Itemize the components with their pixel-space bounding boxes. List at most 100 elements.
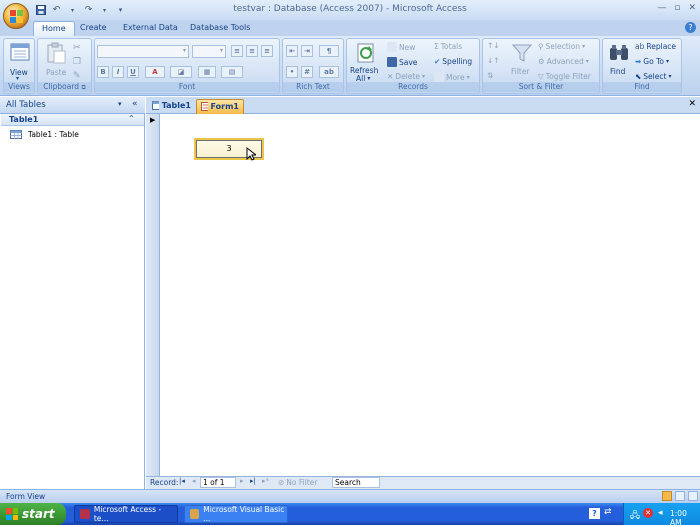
advanced-button[interactable]: ⚙ Advanced ▾: [538, 57, 589, 66]
record-search-input[interactable]: Search: [332, 477, 380, 488]
align-right-icon[interactable]: ≡: [261, 45, 273, 57]
title-bar: ↶ ▾ ↷ ▾ ▾ testvar : Database (Access 200…: [0, 0, 700, 20]
first-record-icon[interactable]: |◂: [179, 477, 185, 485]
delete-record-button[interactable]: ✕ Delete ▾: [387, 72, 425, 81]
goto-button[interactable]: ➡ Go To ▾: [635, 57, 669, 66]
dialog-launcher-icon[interactable]: ⧉: [81, 84, 85, 91]
paste-button[interactable]: Paste: [46, 68, 66, 77]
volume-icon[interactable]: ◂: [658, 508, 663, 518]
bold-button[interactable]: B: [97, 66, 109, 78]
italic-button[interactable]: I: [112, 66, 124, 78]
tab-home[interactable]: Home: [33, 21, 75, 36]
align-left-icon[interactable]: ≡: [231, 45, 243, 57]
current-record-icon: ▶: [150, 116, 156, 124]
text-direction-icon[interactable]: ¶: [319, 45, 339, 57]
help-icon[interactable]: ?: [685, 22, 696, 33]
font-name-combo[interactable]: ▾: [97, 45, 189, 58]
new-record-button[interactable]: New: [387, 42, 415, 52]
nav-item-table1[interactable]: Table1 : Table: [10, 129, 79, 140]
start-button[interactable]: start: [0, 503, 66, 525]
nav-group-title: Table1: [9, 115, 39, 124]
new-record-nav-icon[interactable]: ▸*: [262, 477, 269, 485]
decrease-indent-icon[interactable]: ⇤: [286, 45, 298, 57]
clock: 1:00 AM: [670, 509, 687, 527]
network-icon[interactable]: 🖧: [630, 508, 640, 524]
find-button[interactable]: Find: [610, 67, 625, 76]
save-record-button[interactable]: Save: [387, 57, 417, 67]
records-group-label: Records: [347, 82, 479, 92]
chevron-down-icon: ▾: [367, 75, 371, 82]
font-color-button[interactable]: A: [145, 66, 165, 78]
more-button[interactable]: More ▾: [434, 72, 470, 82]
chevron-down-icon: ▾: [585, 58, 589, 65]
select-button[interactable]: ⬉ Select ▾: [635, 72, 671, 81]
record-position-field[interactable]: 1 of 1: [200, 477, 236, 488]
copy-icon[interactable]: ❐: [73, 57, 81, 67]
tab-create[interactable]: Create: [72, 21, 115, 36]
tab-external-data[interactable]: External Data: [115, 21, 186, 36]
design-view-icon[interactable]: [688, 491, 698, 501]
increase-indent-icon[interactable]: ⇥: [301, 45, 313, 57]
toggle-filter-button[interactable]: ▽ Toggle Filter: [538, 72, 591, 81]
chevron-down-icon: ▾: [219, 47, 223, 54]
restore-icon[interactable]: ▫: [674, 3, 680, 13]
shutter-bar-close-icon[interactable]: «: [132, 99, 138, 109]
underline-button[interactable]: U: [127, 66, 139, 78]
minimize-icon[interactable]: —: [657, 3, 666, 13]
status-text: Form View: [6, 492, 46, 501]
tab-label: Form1: [210, 102, 239, 111]
filter-button[interactable]: Filter: [511, 67, 530, 76]
taskbar: start Microsoft Access - te... Microsoft…: [0, 503, 700, 527]
spelling-button[interactable]: ✔ Spelling: [434, 57, 472, 66]
taskbar-button-access[interactable]: Microsoft Access - te...: [74, 505, 178, 523]
nav-group-header[interactable]: Table1 ⌃: [1, 114, 144, 126]
sort-filter-group: ↑↓ ↓↑ ⇅ Filter ⚲ Selection ▾ ⚙ Advanced ▾ ▽ T…: [482, 38, 600, 94]
font-size-combo[interactable]: ▾: [192, 45, 226, 58]
selection-button[interactable]: ⚲ Selection ▾: [538, 42, 585, 51]
bullets-icon[interactable]: •: [286, 66, 298, 78]
numbering-icon[interactable]: #: [301, 66, 313, 78]
nav-pane-header[interactable]: All Tables ▾ «: [0, 97, 145, 114]
highlight-icon[interactable]: ab: [319, 66, 339, 78]
fill-color-icon[interactable]: ◪: [170, 66, 192, 78]
replace-button[interactable]: ab Replace: [635, 42, 676, 51]
more-icon: [434, 72, 444, 82]
filter-indicator[interactable]: ⊘ No Filter: [278, 478, 317, 487]
chevron-down-icon: ▾: [421, 73, 425, 80]
clipboard-group: Paste ✂ ❐ ✎ Clipboard ⧉: [37, 38, 92, 94]
format-painter-icon[interactable]: ✎: [73, 71, 81, 81]
font-group-label: Font: [95, 82, 279, 92]
previous-record-icon[interactable]: ◂: [192, 477, 196, 485]
save-icon: [387, 57, 397, 67]
collapse-icon[interactable]: ⌃: [128, 114, 135, 123]
last-record-icon[interactable]: ▸|: [250, 477, 256, 485]
help-tray-icon[interactable]: ?: [589, 508, 600, 519]
paste-icon: [45, 42, 67, 64]
office-button[interactable]: [3, 3, 29, 29]
alternate-fill-icon[interactable]: ▤: [221, 66, 243, 78]
selection-icon: ⚲: [538, 42, 544, 51]
gridlines-icon[interactable]: ▦: [198, 66, 216, 78]
sort-ascending-icon[interactable]: ↑↓: [487, 41, 500, 50]
align-center-icon[interactable]: ≡: [246, 45, 258, 57]
close-document-icon[interactable]: ✕: [688, 99, 696, 109]
taskbar-button-vba[interactable]: Microsoft Visual Basic ...: [184, 505, 288, 523]
record-selector[interactable]: ▶: [146, 114, 160, 476]
language-icon[interactable]: ⇄: [604, 507, 612, 517]
tab-form1[interactable]: Form1: [196, 99, 244, 114]
sort-descending-icon[interactable]: ↓↑: [487, 56, 500, 65]
status-bar: Form View: [0, 489, 700, 503]
filter-icon: [511, 42, 533, 64]
form-view-icon[interactable]: [662, 491, 672, 501]
clear-sort-icon[interactable]: ⇅: [487, 71, 493, 80]
layout-view-icon[interactable]: [675, 491, 685, 501]
chevron-down-icon[interactable]: ▾: [118, 100, 122, 108]
totals-button[interactable]: Σ Totals: [434, 42, 462, 51]
system-tray: 🖧 ✕ ◂ 1:00 AM: [623, 503, 700, 527]
next-record-icon[interactable]: ▸: [240, 477, 244, 485]
cut-icon[interactable]: ✂: [73, 43, 81, 53]
tab-table1[interactable]: Table1: [148, 99, 195, 114]
tab-database-tools[interactable]: Database Tools: [182, 21, 258, 36]
close-icon[interactable]: ✕: [688, 3, 696, 13]
security-alert-icon[interactable]: ✕: [643, 508, 653, 518]
